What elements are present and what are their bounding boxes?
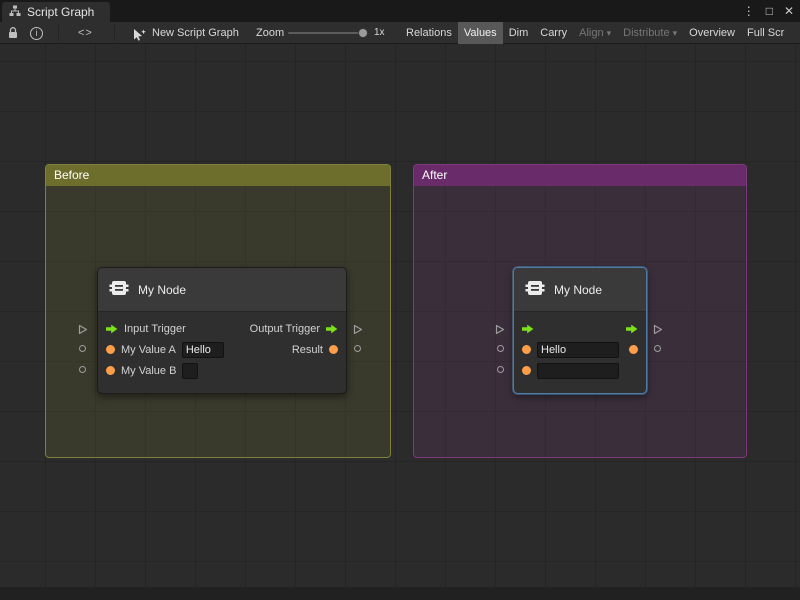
fullscreen-button[interactable]: Full Scr xyxy=(741,22,790,44)
value-a-port[interactable] xyxy=(522,345,531,354)
toolbar-separator xyxy=(114,25,115,41)
output-trigger-port[interactable] xyxy=(326,324,338,334)
lock-icon[interactable] xyxy=(7,26,19,40)
ext-result-marker[interactable] xyxy=(654,345,661,352)
value-a-row xyxy=(514,339,646,360)
input-trigger-label: Input Trigger xyxy=(124,323,186,335)
align-dropdown: Align ▾ xyxy=(573,22,617,44)
dim-button[interactable]: Dim xyxy=(503,22,535,44)
value-b-port[interactable] xyxy=(106,366,115,375)
zoom-label: Zoom xyxy=(256,22,284,44)
window-controls: ⋮ □ ✕ xyxy=(743,0,794,22)
input-trigger-port[interactable] xyxy=(522,324,534,334)
value-b-row: My Value B xyxy=(98,360,346,381)
overview-button[interactable]: Overview xyxy=(683,22,741,44)
node-body xyxy=(514,312,646,393)
chevron-down-icon: ▾ xyxy=(673,28,678,39)
ext-value-b-marker[interactable] xyxy=(79,366,86,373)
node-icon xyxy=(525,280,545,299)
close-icon[interactable]: ✕ xyxy=(784,0,794,22)
value-a-row: My Value A Result xyxy=(98,339,346,360)
zoom-slider[interactable] xyxy=(288,32,366,34)
output-trigger-label: Output Trigger xyxy=(250,323,320,335)
node-header[interactable]: My Node xyxy=(514,268,646,312)
result-port[interactable] xyxy=(629,345,638,354)
ext-trigger-in-marker[interactable] xyxy=(78,322,88,340)
distribute-dropdown: Distribute ▾ xyxy=(617,22,683,44)
value-b-row xyxy=(514,360,646,381)
canvas-bottom-edge xyxy=(0,587,800,600)
pointer-icon xyxy=(133,27,146,40)
tab-title: Script Graph xyxy=(27,5,94,19)
carry-button[interactable]: Carry xyxy=(534,22,573,44)
ext-trigger-out-marker[interactable] xyxy=(353,322,363,340)
values-button[interactable]: Values xyxy=(458,22,503,44)
toolbar: i <> New Script Graph Zoom 1x Relations … xyxy=(0,22,800,44)
ext-value-a-marker[interactable] xyxy=(497,345,504,352)
graph-icon xyxy=(9,5,21,20)
ext-trigger-out-marker[interactable] xyxy=(653,322,663,340)
node-my-node-after[interactable]: My Node xyxy=(513,267,647,394)
value-b-input[interactable] xyxy=(537,363,619,379)
node-title: My Node xyxy=(138,283,186,297)
node-icon xyxy=(109,280,129,299)
node-title: My Node xyxy=(554,283,602,297)
value-b-port[interactable] xyxy=(522,366,531,375)
maximize-icon[interactable]: □ xyxy=(766,0,773,22)
tab-script-graph[interactable]: Script Graph xyxy=(2,2,110,22)
group-after-header[interactable]: After xyxy=(414,165,746,186)
menu-icon[interactable]: ⋮ xyxy=(743,0,755,22)
trigger-row xyxy=(514,318,646,339)
zoom-slider-handle[interactable] xyxy=(358,28,368,38)
value-b-label: My Value B xyxy=(121,365,176,377)
graph-canvas[interactable]: Before After xyxy=(0,44,800,600)
tab-bar: Script Graph ⋮ □ ✕ xyxy=(0,0,800,22)
zoom-value: 1x xyxy=(374,22,385,44)
group-after-title: After xyxy=(422,168,447,182)
info-icon[interactable]: i xyxy=(30,22,43,44)
align-label: Align xyxy=(579,27,603,39)
ext-trigger-in-marker[interactable] xyxy=(495,322,505,340)
node-my-node-before[interactable]: My Node Input Trigger Output Trigger xyxy=(97,267,347,394)
output-trigger-port[interactable] xyxy=(626,324,638,334)
result-label: Result xyxy=(292,344,323,356)
ext-value-b-marker[interactable] xyxy=(497,366,504,373)
trigger-row: Input Trigger Output Trigger xyxy=(98,318,346,339)
new-script-graph-button[interactable]: New Script Graph xyxy=(152,22,239,44)
value-a-label: My Value A xyxy=(121,344,176,356)
value-a-input[interactable] xyxy=(182,342,224,358)
group-before-header[interactable]: Before xyxy=(46,165,390,186)
ext-result-marker[interactable] xyxy=(354,345,361,352)
toolbar-separator xyxy=(58,25,59,41)
script-graph-window: Script Graph ⋮ □ ✕ i <> New Script Gra xyxy=(0,0,800,600)
value-a-port[interactable] xyxy=(106,345,115,354)
result-port[interactable] xyxy=(329,345,338,354)
code-icon[interactable]: <> xyxy=(78,22,93,44)
value-b-input[interactable] xyxy=(182,363,198,379)
toolbar-buttons: Relations Values Dim Carry Align ▾ Distr… xyxy=(400,22,800,44)
node-header[interactable]: My Node xyxy=(98,268,346,312)
value-a-input[interactable] xyxy=(537,342,619,358)
ext-value-a-marker[interactable] xyxy=(79,345,86,352)
relations-button[interactable]: Relations xyxy=(400,22,458,44)
group-before-title: Before xyxy=(54,168,89,182)
distribute-label: Distribute xyxy=(623,27,669,39)
chevron-down-icon: ▾ xyxy=(607,28,612,39)
input-trigger-port[interactable] xyxy=(106,324,118,334)
node-body: Input Trigger Output Trigger My Value A xyxy=(98,312,346,393)
